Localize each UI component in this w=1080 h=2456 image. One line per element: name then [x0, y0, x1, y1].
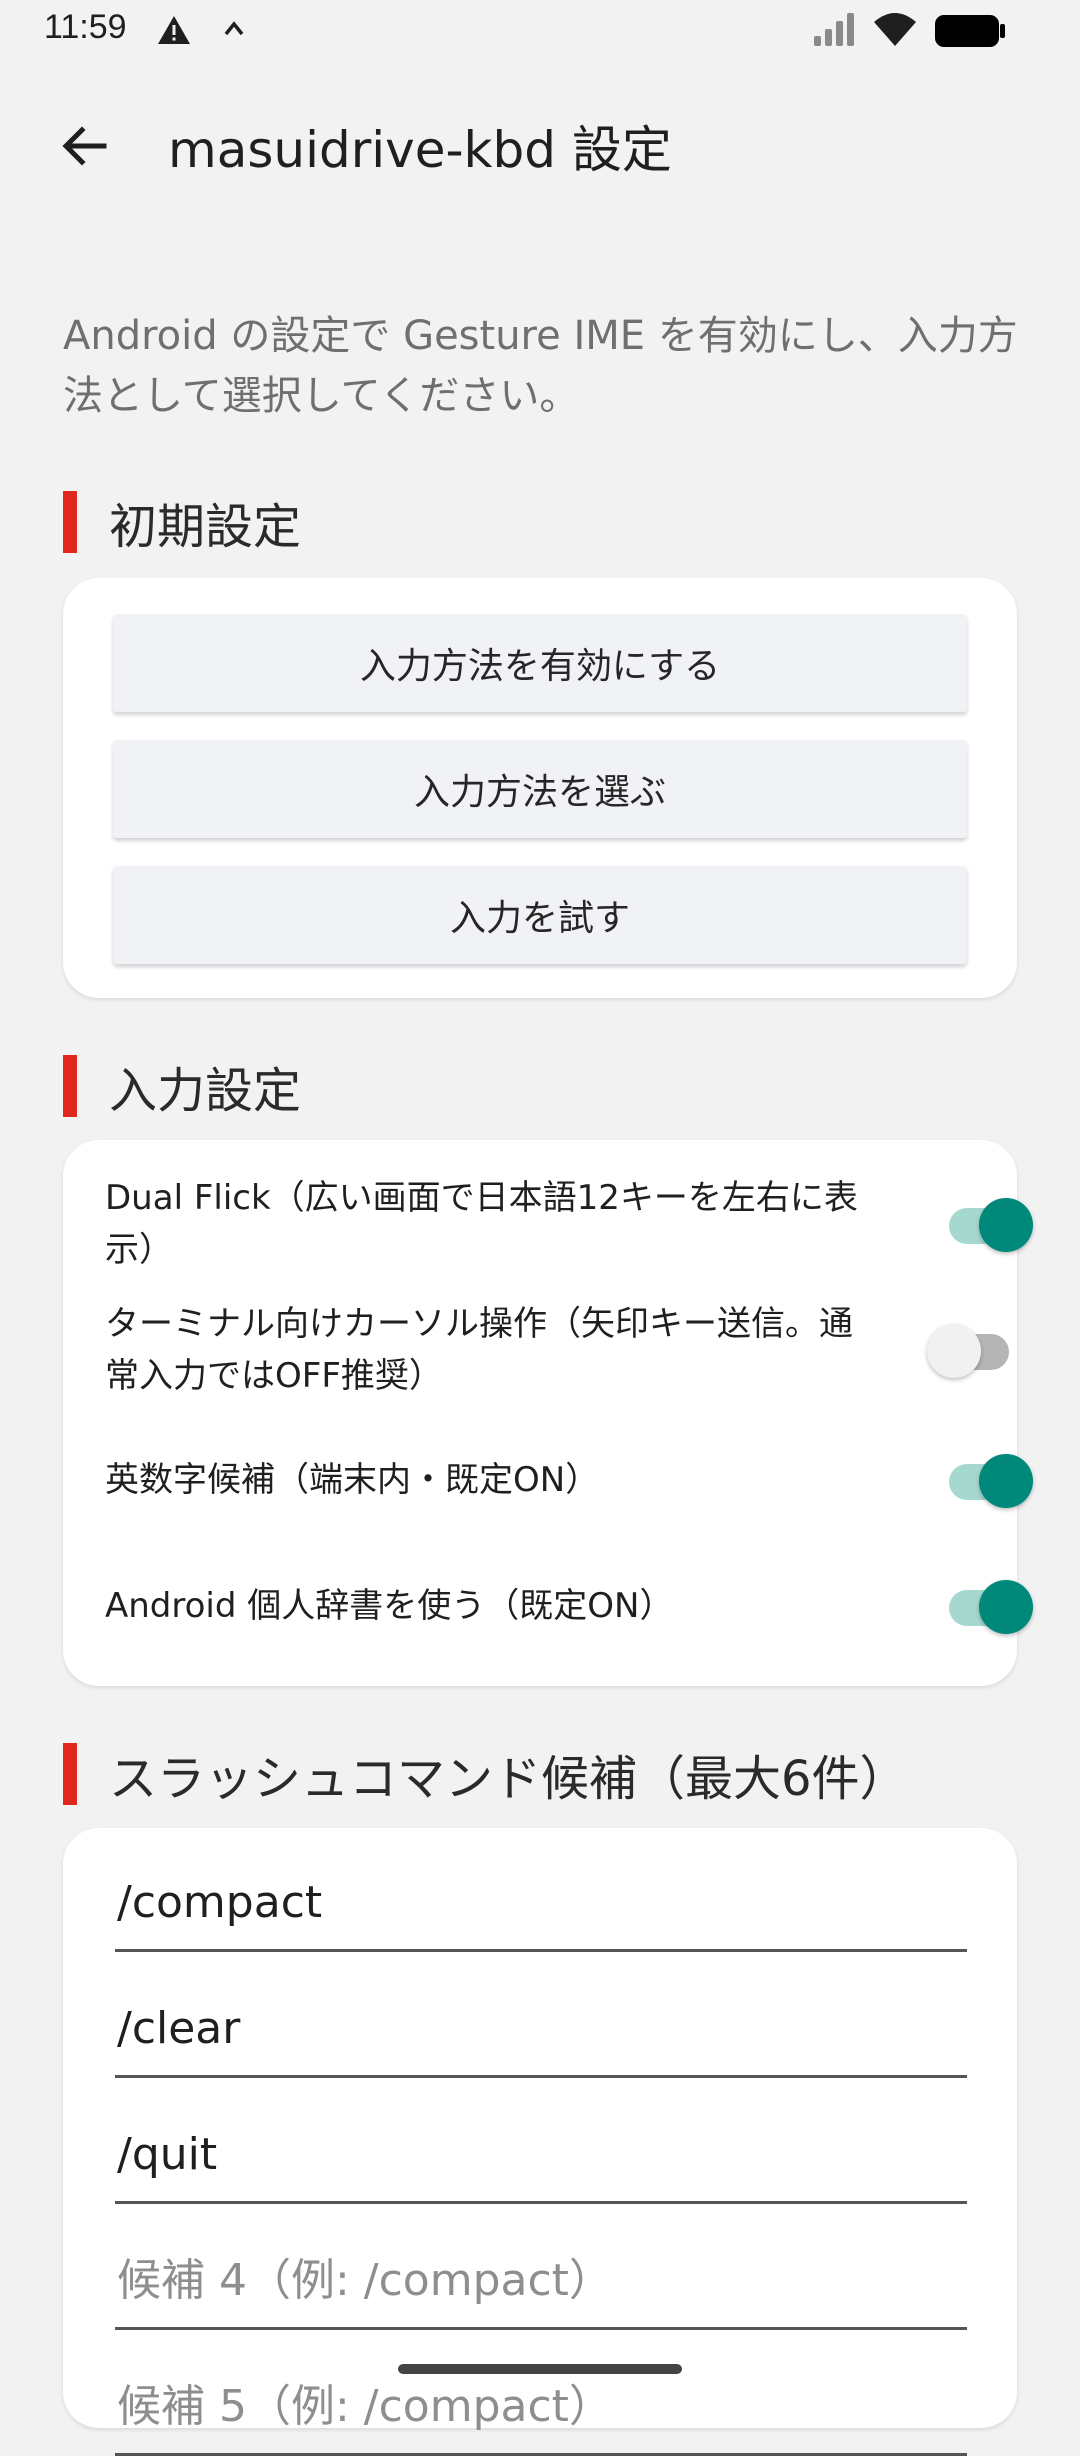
setting-row-personal-dictionary: Android 個人辞書を使う（既定ON） — [105, 1576, 1033, 1636]
section-accent-bar — [63, 1743, 77, 1805]
toggle-thumb — [927, 1324, 981, 1378]
setting-label: ターミナル向けカーソル操作（矢印キー送信。通常入力ではOFF推奨） — [105, 1304, 853, 1396]
section-header-input: 入力設定 — [63, 1054, 302, 1119]
app-bar: masuidrive-kbd 設定 — [0, 62, 1080, 222]
toggle-thumb — [979, 1454, 1033, 1508]
section-header-initial: 初期設定 — [63, 490, 302, 555]
toggle-thumb — [979, 1198, 1033, 1252]
try-input-button[interactable]: 入力を試す — [113, 866, 967, 964]
status-bar: 11:59 — [0, 0, 1080, 62]
dual-flick-toggle[interactable] — [943, 1194, 1033, 1254]
setting-label: Dual Flick（広い画面で日本語12キーを左右に表示） — [105, 1178, 858, 1270]
section-accent-bar — [63, 1055, 77, 1117]
back-button[interactable] — [40, 102, 128, 190]
choose-input-method-button[interactable]: 入力方法を選ぶ — [113, 740, 967, 838]
section-title: 初期設定 — [109, 499, 302, 555]
setting-label: 英数字候補（端末内・既定ON） — [105, 1460, 600, 1500]
warning-icon — [156, 14, 192, 50]
command-field-1[interactable] — [115, 1856, 967, 1952]
description-text: Android の設定で Gesture IME を有効にし、入力方法として選択… — [63, 313, 1018, 419]
caret-up-icon — [222, 14, 246, 48]
command-field-4[interactable] — [115, 2234, 967, 2330]
initial-settings-card: 入力方法を有効にする 入力方法を選ぶ 入力を試す — [63, 578, 1017, 998]
setting-label: Android 個人辞書を使う（既定ON） — [105, 1586, 674, 1626]
setting-row-dual-flick: Dual Flick（広い画面で日本語12キーを左右に表示） — [105, 1172, 1033, 1282]
arrow-left-icon — [62, 126, 107, 166]
wifi-icon — [872, 10, 918, 54]
personal-dictionary-toggle[interactable] — [943, 1576, 1033, 1636]
command-field-5[interactable] — [115, 2360, 967, 2456]
toggle-thumb — [979, 1580, 1033, 1634]
command-field-2[interactable] — [115, 1982, 967, 2078]
setting-row-terminal-cursor: ターミナル向けカーソル操作（矢印キー送信。通常入力ではOFF推奨） — [105, 1298, 1009, 1408]
page-title: masuidrive-kbd 設定 — [168, 121, 672, 179]
section-accent-bar — [63, 491, 77, 553]
setting-row-alphanumeric: 英数字候補（端末内・既定ON） — [105, 1450, 1033, 1510]
status-time: 11:59 — [44, 8, 127, 46]
enable-input-method-button[interactable]: 入力方法を有効にする — [113, 614, 967, 712]
battery-icon — [934, 14, 1006, 52]
command-field-3[interactable] — [115, 2108, 967, 2204]
terminal-cursor-toggle[interactable] — [927, 1320, 1017, 1380]
signal-icon — [812, 12, 858, 52]
section-header-commands: スラッシュコマンド候補（最大6件） — [63, 1742, 908, 1807]
section-title: スラッシュコマンド候補（最大6件） — [109, 1751, 908, 1807]
input-settings-card: Dual Flick（広い画面で日本語12キーを左右に表示） ターミナル向けカー… — [63, 1140, 1033, 1686]
home-indicator[interactable] — [398, 2364, 682, 2374]
slash-commands-card — [63, 1828, 1017, 2456]
alphanumeric-candidates-toggle[interactable] — [943, 1450, 1033, 1510]
section-title: 入力設定 — [109, 1063, 302, 1119]
